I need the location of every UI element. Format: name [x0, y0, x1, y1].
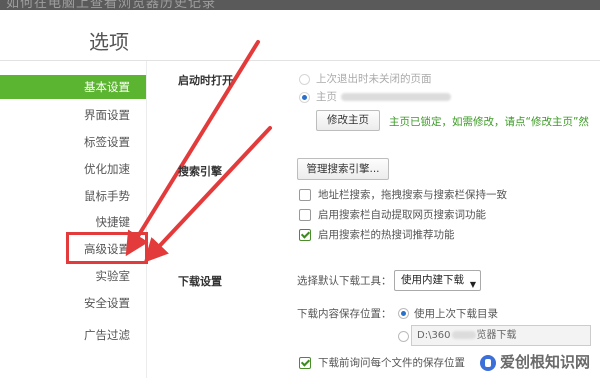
search-engine-label: 搜索引擎 — [178, 165, 222, 178]
sidebar-item-lab[interactable]: 实验室 — [0, 264, 146, 288]
page-title: 选项 — [89, 30, 129, 54]
advanced-settings-highlight-box — [66, 232, 148, 264]
watermark-logo: 爱创根知识网 — [479, 351, 590, 372]
sidebar-item-optimize[interactable]: 优化加速 — [0, 157, 146, 181]
startup-last-pages-option[interactable]: 上次退出时未关闭的页面 — [316, 71, 432, 86]
download-path-label: 下载内容保存位置： — [297, 308, 392, 320]
checkbox-icon[interactable] — [299, 189, 311, 201]
radio-icon[interactable] — [299, 92, 310, 103]
checkbox-icon[interactable] — [299, 357, 311, 369]
use-last-dir-option[interactable]: 使用上次下载目录 — [414, 306, 498, 321]
download-tool-value: 使用内建下载 — [401, 274, 464, 286]
download-path-input[interactable]: D:\360 览器下载 — [411, 325, 591, 346]
sidebar-item-tabs[interactable]: 标签设置 — [0, 130, 146, 154]
blurred-path — [451, 331, 476, 339]
download-path-suffix: 览器下载 — [476, 330, 517, 341]
radio-icon[interactable] — [398, 331, 409, 342]
download-tool-select[interactable]: 使用内建下载 ▼ — [394, 270, 481, 291]
checkbox-icon[interactable] — [299, 229, 311, 241]
blurred-url — [341, 93, 451, 101]
checkbox-icon[interactable] — [299, 209, 311, 221]
sidebar: 基本设置 界面设置 标签设置 优化加速 鼠标手势 快捷键 高级设置 实验室 安全… — [0, 61, 147, 378]
modify-homepage-button[interactable]: 修改主页 — [316, 110, 380, 131]
sidebar-item-mouse-gestures[interactable]: 鼠标手势 — [0, 184, 146, 208]
sidebar-item-interface[interactable]: 界面设置 — [0, 103, 146, 127]
search-hot-words-option[interactable]: 启用搜索栏的热搜词推荐功能 — [318, 227, 455, 242]
sidebar-item-shortcuts[interactable]: 快捷键 — [0, 210, 146, 234]
search-sync-option[interactable]: 地址栏搜索，拖拽搜索与搜索栏保持一致 — [318, 187, 507, 202]
manage-search-engines-button[interactable]: 管理搜索引擎... — [297, 158, 389, 180]
startup-homepage-option[interactable]: 主页 — [316, 89, 451, 104]
top-banner-text: 如何在电脑上查看浏览器历史记录 — [6, 0, 217, 10]
top-banner: 如何在电脑上查看浏览器历史记录 — [0, 0, 600, 10]
startup-label: 启动时打开 — [178, 74, 233, 87]
sidebar-item-security[interactable]: 安全设置 — [0, 291, 146, 315]
download-tool-label: 选择默认下载工具： — [297, 275, 392, 287]
download-path-prefix: D:\360 — [417, 330, 451, 341]
chevron-down-icon: ▼ — [469, 280, 476, 289]
download-settings-label: 下载设置 — [178, 275, 222, 288]
sidebar-item-ad-filter[interactable]: 广告过滤 — [0, 323, 146, 347]
homepage-locked-note: 主页已锁定，如需修改，请点“修改主页”然 — [389, 116, 589, 128]
radio-icon[interactable] — [299, 74, 310, 85]
ask-save-location-option[interactable]: 下载前询问每个文件的保存位置 — [318, 355, 465, 370]
sidebar-item-basic[interactable]: 基本设置 — [0, 75, 146, 99]
homepage-label: 主页 — [316, 91, 337, 103]
watermark-text: 爱创根知识网 — [499, 353, 590, 371]
radio-icon[interactable] — [398, 308, 409, 319]
arrow-icon — [143, 126, 272, 263]
search-auto-extract-option[interactable]: 启用搜索栏自动提取网页搜索词功能 — [318, 207, 486, 222]
logo-icon — [479, 354, 496, 371]
